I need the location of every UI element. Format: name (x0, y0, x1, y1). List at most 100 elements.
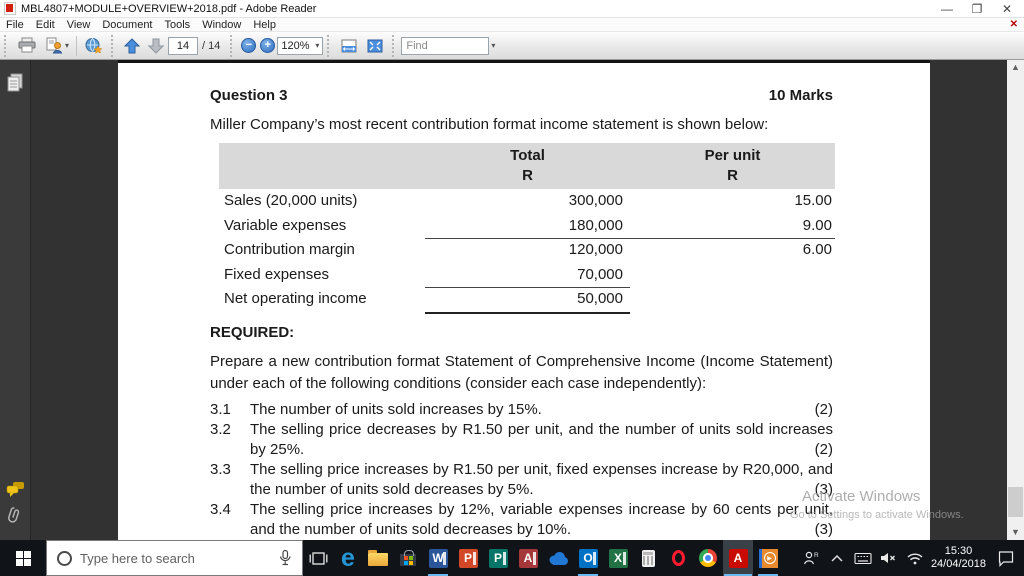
scroll-mode-icon (341, 39, 357, 52)
scroll-down-icon[interactable]: ▼ (1007, 525, 1024, 540)
taskbar-search[interactable]: Type here to search (46, 540, 303, 576)
marks-badge: (3) (814, 481, 833, 498)
taskbar-app-publisher[interactable]: P (483, 540, 513, 576)
income-statement-table: Total R Per unit R Sales (20,000 units) … (219, 143, 835, 314)
close-button[interactable]: ✕ (992, 0, 1022, 17)
window-title: MBL4807+MODULE+OVERVIEW+2018.pdf - Adobe… (21, 2, 317, 15)
task-view-icon (309, 551, 327, 565)
zoom-in-icon[interactable]: + (260, 38, 276, 53)
action-center-icon[interactable] (992, 550, 1020, 567)
list-item: 3.4 The selling price increases by 12%, … (210, 501, 833, 538)
marks-heading: 10 Marks (768, 87, 833, 104)
toolbar-grip (392, 34, 397, 57)
opera-icon (671, 550, 685, 566)
fit-width-button[interactable] (362, 34, 388, 58)
search-placeholder: Type here to search (80, 550, 195, 566)
navigation-rail (0, 60, 31, 540)
next-page-button[interactable] (144, 34, 168, 58)
marks-badge: (2) (814, 401, 833, 418)
comments-icon[interactable] (6, 481, 26, 499)
required-heading: REQUIRED: (210, 324, 295, 341)
taskbar-app-access[interactable]: A (513, 540, 543, 576)
marks-badge: (2) (814, 441, 833, 458)
start-button[interactable] (0, 540, 46, 576)
scroll-up-icon[interactable]: ▲ (1007, 60, 1024, 75)
menu-view[interactable]: View (61, 19, 97, 31)
taskbar-app-word[interactable]: W (423, 540, 453, 576)
adobe-reader-window: MBL4807+MODULE+OVERVIEW+2018.pdf - Adobe… (0, 0, 1024, 576)
menu-file[interactable]: File (0, 19, 30, 31)
taskbar-app-edge[interactable]: e (333, 540, 363, 576)
table-row: Sales (20,000 units) 300,000 15.00 (224, 192, 832, 209)
restore-button[interactable]: ❐ (962, 0, 992, 17)
question-heading: Question 3 (210, 87, 288, 104)
file-explorer-icon (368, 550, 388, 566)
previous-page-button[interactable] (120, 34, 144, 58)
toolbar-grip (230, 34, 235, 57)
find-input[interactable] (401, 36, 490, 55)
taskbar-clock[interactable]: 15:30 24/04/2018 (931, 545, 986, 571)
fit-width-icon (367, 39, 383, 52)
access-icon: A (518, 548, 538, 568)
taskbar-app-calculator[interactable] (633, 540, 663, 576)
taskbar-app-onedrive[interactable] (543, 540, 573, 576)
cortana-icon (57, 550, 72, 566)
table-row: Variable expenses 180,000 9.00 (219, 214, 835, 239)
menu-document[interactable]: Document (96, 19, 158, 31)
taskbar-app-store[interactable] (393, 540, 423, 576)
zoom-out-icon[interactable]: − (241, 38, 257, 53)
pdf-page: Question 3 10 Marks Miller Company’s mos… (118, 63, 930, 540)
export-button[interactable]: ▾ (41, 34, 73, 58)
volume-muted-icon[interactable] (879, 551, 899, 565)
col-header-total: Total R (510, 147, 545, 184)
page-number-input[interactable] (168, 36, 199, 55)
taskbar-app-excel[interactable]: X (603, 540, 633, 576)
task-view-button[interactable] (303, 540, 333, 576)
share-button[interactable] (80, 34, 107, 58)
taskbar-app-opera[interactable] (663, 540, 693, 576)
taskbar-app-chrome[interactable] (693, 540, 723, 576)
keyboard-icon[interactable] (853, 552, 873, 565)
taskbar-app-powerpoint[interactable]: P (453, 540, 483, 576)
find-caret-icon: ▾ (491, 41, 496, 50)
scroll-mode-button[interactable] (336, 34, 362, 58)
taskbar-app-adobe-reader[interactable]: A (723, 540, 753, 576)
menu-help[interactable]: Help (247, 19, 282, 31)
minimize-button[interactable]: — (932, 0, 962, 17)
close-document-icon[interactable]: ✕ (1010, 19, 1018, 30)
windows-taskbar: Type here to search e W P P A O X A ▶ R … (0, 540, 1024, 576)
microphone-icon[interactable] (276, 549, 294, 567)
toolbar-grip (111, 34, 116, 57)
people-icon[interactable]: R (801, 550, 821, 566)
scrollbar-thumb[interactable] (1008, 487, 1023, 517)
publisher-icon: P (488, 548, 508, 568)
menu-edit[interactable]: Edit (30, 19, 61, 31)
system-tray: R 15:30 24/04/2018 (801, 540, 1024, 576)
col-header-per-unit: Per unit R (704, 147, 761, 184)
title-bar: MBL4807+MODULE+OVERVIEW+2018.pdf - Adobe… (0, 0, 1024, 18)
pages-panel-icon[interactable] (6, 72, 26, 94)
menu-tools[interactable]: Tools (159, 19, 197, 31)
attachments-icon[interactable] (6, 506, 26, 528)
chevron-up-icon[interactable] (827, 554, 847, 563)
zoom-level-select[interactable]: 120% ▾ (277, 36, 324, 55)
list-item: 3.1 The number of units sold increases b… (210, 401, 833, 418)
network-icon[interactable] (905, 551, 925, 565)
table-row: Fixed expenses 70,000 (219, 263, 835, 288)
page-up-icon (124, 37, 141, 53)
menu-window[interactable]: Window (196, 19, 247, 31)
taskbar-app-media-player[interactable]: ▶ (753, 540, 783, 576)
print-button[interactable] (13, 34, 41, 58)
page-total-label: / 14 (202, 39, 221, 52)
outlook-icon: O (578, 548, 598, 568)
menu-bar: File Edit View Document Tools Window Hel… (0, 18, 1024, 32)
taskbar-apps: e W P P A O X A ▶ (303, 540, 783, 576)
table-header: Total R Per unit R (219, 143, 835, 189)
taskbar-app-outlook[interactable]: O (573, 540, 603, 576)
edge-icon: e (341, 544, 355, 572)
taskbar-app-file-explorer[interactable] (363, 540, 393, 576)
vertical-scrollbar[interactable]: ▲ ▼ (1007, 60, 1024, 540)
marks-badge: (3) (814, 521, 833, 538)
table-row: Contribution margin 120,000 6.00 (224, 241, 832, 258)
windows-logo-icon (15, 550, 31, 566)
